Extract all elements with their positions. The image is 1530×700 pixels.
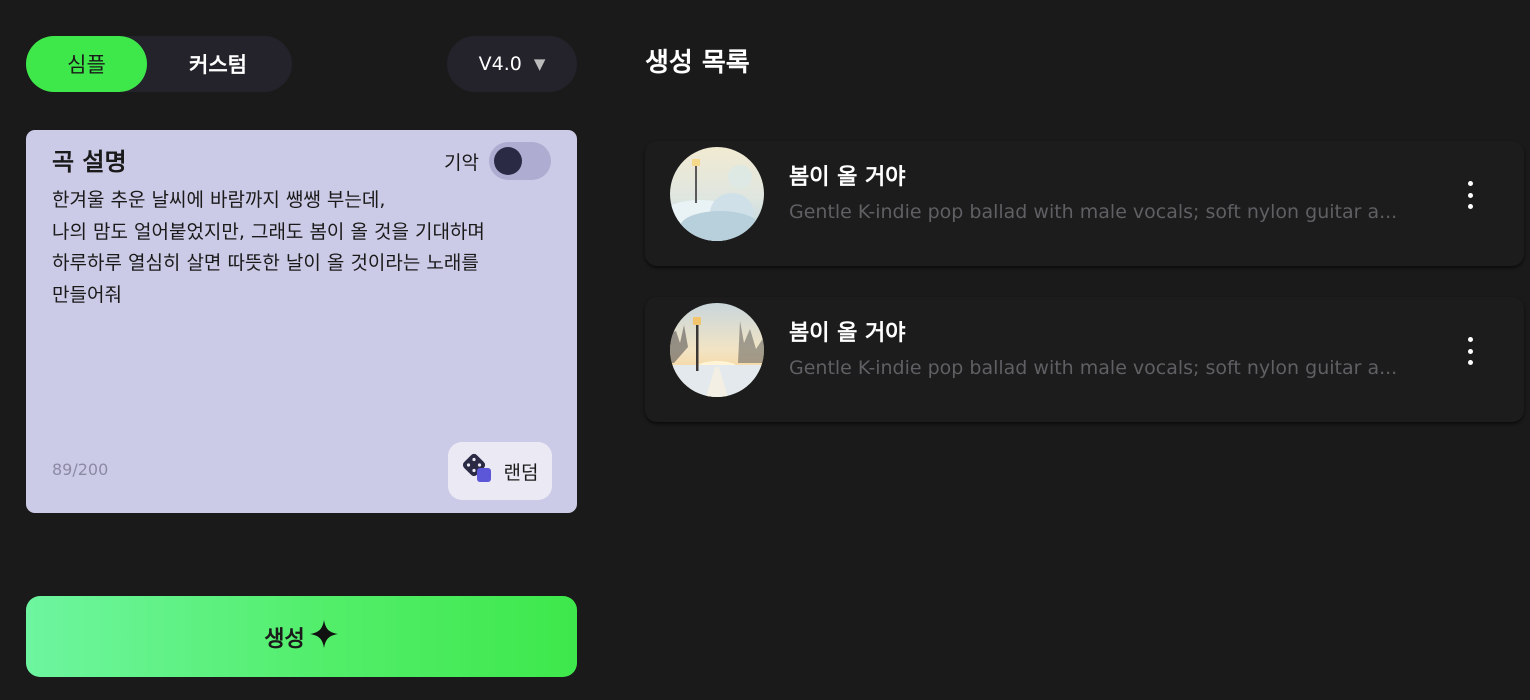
song-description: Gentle K-indie pop ballad with male voca… <box>789 357 1398 379</box>
toggle-knob <box>494 147 522 175</box>
instrumental-toggle[interactable] <box>489 142 551 180</box>
caret-down-icon: ▼ <box>533 55 546 73</box>
song-list-panel: 생성 목록 봄이 올 거야 Gentle K-indie pop ballad … <box>645 0 1530 700</box>
char-count: 89/200 <box>52 460 109 479</box>
generate-button[interactable]: 생성 <box>26 596 577 677</box>
song-title: 봄이 올 거야 <box>789 321 906 346</box>
random-label: 랜덤 <box>503 461 539 484</box>
song-description: Gentle K-indie pop ballad with male voca… <box>789 201 1398 223</box>
version-select[interactable]: V4.0 ▼ <box>447 36 577 92</box>
song-item[interactable]: 봄이 올 거야 Gentle K-indie pop ballad with m… <box>645 297 1524 422</box>
version-label: V4.0 <box>478 53 522 75</box>
dice-icon <box>462 453 494 490</box>
song-title: 봄이 올 거야 <box>789 165 906 190</box>
song-cover <box>670 147 764 241</box>
song-list-title: 생성 목록 <box>645 48 750 78</box>
random-button[interactable]: 랜덤 <box>448 442 552 500</box>
more-options-icon[interactable] <box>1456 337 1484 365</box>
instrumental-label: 기악 <box>444 152 479 174</box>
song-item[interactable]: 봄이 올 거야 Gentle K-indie pop ballad with m… <box>645 141 1524 266</box>
description-title: 곡 설명 <box>52 148 127 176</box>
mode-toggle: 심플 커스텀 <box>26 36 292 92</box>
sparkle-icon <box>309 619 339 655</box>
custom-mode-tab[interactable]: 커스텀 <box>144 36 292 92</box>
description-textarea[interactable]: 한겨울 추운 날씨에 바람까지 쌩쌩 부는데, 나의 맘도 얼어붙었지만, 그래… <box>52 185 557 311</box>
description-card: 곡 설명 기악 한겨울 추운 날씨에 바람까지 쌩쌩 부는데, 나의 맘도 얼어… <box>26 130 577 513</box>
more-options-icon[interactable] <box>1456 181 1484 209</box>
simple-mode-tab[interactable]: 심플 <box>26 36 147 92</box>
song-cover <box>670 303 764 397</box>
generate-label: 생성 <box>264 626 305 652</box>
